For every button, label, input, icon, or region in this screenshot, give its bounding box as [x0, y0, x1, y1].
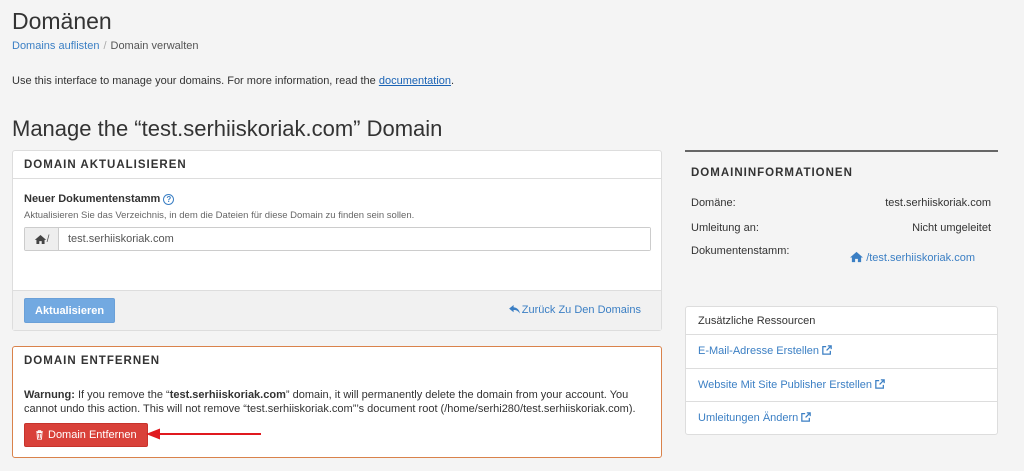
- additional-resources-heading: Zusätzliche Ressourcen: [686, 307, 997, 335]
- update-button[interactable]: Aktualisieren: [24, 298, 116, 323]
- document-root-label-text: Neuer Dokumentenstamm: [24, 193, 161, 205]
- external-link-icon: [801, 412, 812, 422]
- document-root-link[interactable]: /test.serhiiskoriak.com: [849, 251, 975, 264]
- remove-domain-button-label: Domain Entfernen: [48, 429, 137, 441]
- document-root-input[interactable]: [59, 228, 650, 250]
- home-icon: [850, 251, 864, 263]
- back-to-domains-label: Zurück Zu Den Domains: [521, 304, 641, 316]
- modify-redirects-label: Umleitungen Ändern: [698, 412, 799, 424]
- warning-label: Warnung:: [24, 389, 75, 401]
- info-row-value: Nicht umgeleitet: [912, 222, 991, 234]
- documentation-link[interactable]: documentation: [379, 75, 451, 87]
- document-root-addon: /: [25, 228, 59, 250]
- remove-warning-text: Warnung: If you remove the “test.serhiis…: [24, 388, 649, 416]
- document-root-input-group: /: [24, 227, 651, 251]
- document-root-link-text: /test.serhiiskoriak.com: [866, 252, 975, 264]
- info-row-label: Domäne:: [691, 197, 736, 209]
- domain-info-panel: Domaininformationen Domäne: test.serhiis…: [685, 150, 998, 275]
- additional-resources-panel: Zusätzliche Ressourcen E-Mail-Adresse Er…: [685, 306, 998, 435]
- site-publisher-link[interactable]: Website Mit Site Publisher Erstellen: [686, 369, 997, 402]
- external-link-icon: [822, 345, 832, 355]
- remove-domain-button[interactable]: Domain Entfernen: [24, 423, 148, 447]
- update-panel-footer: Aktualisieren Zurück Zu Den Domains: [13, 290, 661, 330]
- remove-domain-heading: Domain entfernen: [24, 355, 161, 367]
- domain-info-heading: Domaininformationen: [691, 167, 853, 179]
- page-title: Domänen: [12, 8, 112, 34]
- remove-domain-panel: Domain entfernen Warnung: If you remove …: [12, 346, 662, 458]
- breadcrumb-current: Domain verwalten: [110, 40, 199, 52]
- info-row-label: Dokumentenstamm:: [691, 245, 790, 257]
- intro-text-body: Use this interface to manage your domain…: [12, 75, 379, 87]
- info-row-label: Umleitung an:: [691, 222, 759, 234]
- warning-part1: If you remove the “: [74, 389, 170, 401]
- breadcrumb: Domains auflisten / Domain verwalten: [12, 40, 199, 52]
- annotation-arrow: [146, 428, 261, 440]
- warning-domain: test.serhiiskoriak.com: [169, 389, 286, 401]
- breadcrumb-domains-link[interactable]: Domains auflisten: [12, 40, 99, 52]
- update-domain-heading: Domain aktualisieren: [13, 151, 661, 179]
- document-root-help: Aktualisieren Sie das Verzeichnis, in de…: [24, 210, 415, 221]
- home-icon: [34, 234, 46, 244]
- back-to-domains-link[interactable]: Zurück Zu Den Domains: [508, 304, 641, 316]
- question-circle-icon[interactable]: ?: [163, 194, 175, 205]
- breadcrumb-separator: /: [103, 40, 107, 52]
- trash-icon: [36, 430, 43, 440]
- create-email-label: E-Mail-Adresse Erstellen: [698, 345, 820, 357]
- manage-domain-title: Manage the “test.serhiiskoriak.com” Doma…: [12, 116, 443, 141]
- create-email-link[interactable]: E-Mail-Adresse Erstellen: [686, 335, 997, 369]
- document-root-label: Neuer Dokumentenstamm?: [24, 193, 175, 205]
- update-domain-panel: Domain aktualisieren Neuer Dokumentensta…: [12, 150, 662, 331]
- intro-text-suffix: .: [451, 75, 455, 87]
- intro-text: Use this interface to manage your domain…: [12, 75, 454, 87]
- reply-arrow-icon: [508, 305, 520, 314]
- modify-redirects-link[interactable]: Umleitungen Ändern: [686, 402, 997, 436]
- document-root-addon-slash: /: [46, 233, 50, 245]
- external-link-icon: [875, 378, 885, 389]
- info-row-value: test.serhiiskoriak.com: [885, 197, 991, 209]
- site-publisher-label: Website Mit Site Publisher Erstellen: [698, 378, 873, 391]
